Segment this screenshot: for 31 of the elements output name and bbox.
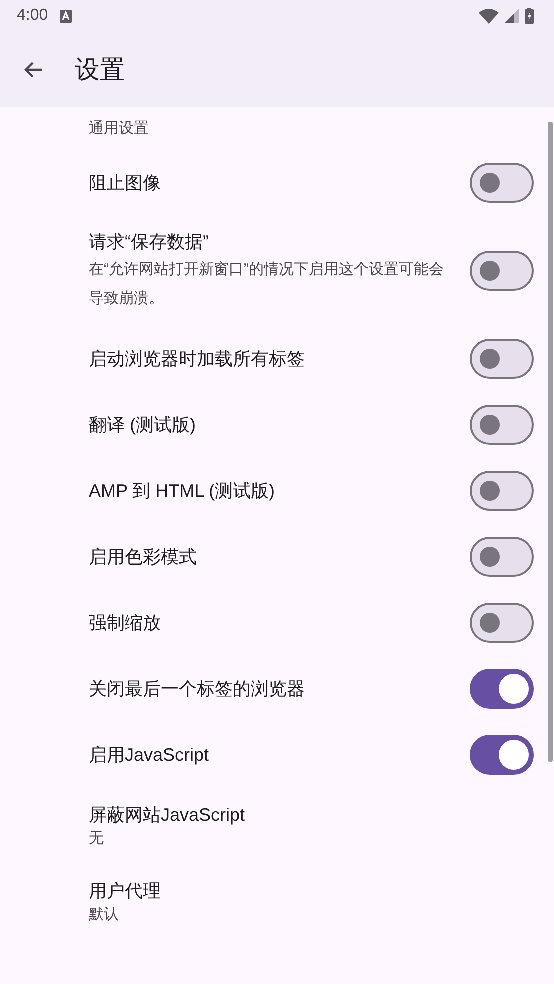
toggle-switch[interactable] [470,471,534,511]
setting-title: 强制缩放 [89,612,162,635]
toggle-switch[interactable] [470,405,534,445]
setting-value: 无 [89,829,105,849]
wifi-icon [479,8,499,24]
status-time: 4:00 [17,7,48,25]
setting-title: 启用色彩模式 [89,546,198,569]
toggle-switch[interactable] [470,251,534,291]
setting-title[interactable]: 屏蔽网站JavaScript [89,802,514,828]
setting-title: AMP 到 HTML (测试版) [89,480,276,503]
toggle-switch[interactable] [470,603,534,643]
signal-icon [505,9,519,23]
setting-title: 翻译 (测试版) [89,414,197,437]
toggle-switch[interactable] [470,339,534,379]
setting-title[interactable]: 用户代理 [89,878,514,904]
toggle-switch[interactable] [470,669,534,709]
toggle-switch[interactable] [470,163,534,203]
setting-title: 关闭最后一个标签的浏览器 [89,678,306,701]
page-title: 设置 [75,54,125,86]
setting-title: 启用JavaScript [89,744,210,767]
toggle-switch[interactable] [470,537,534,577]
toggle-switch[interactable] [470,735,534,775]
setting-summary: 在“允许网站打开新窗口”的情况下启用这个设置可能会导致崩溃。 [89,260,445,309]
setting-value: 默认 [89,905,120,925]
setting-title: 阻止图像 [89,172,162,195]
scrollbar[interactable] [548,122,553,762]
setting-title: 启动浏览器时加载所有标签 [89,348,306,371]
section-header: 通用设置 [88,118,150,139]
battery-icon [525,8,534,24]
notification-icon [60,10,72,22]
setting-title: 请求“保存数据” [89,231,210,254]
